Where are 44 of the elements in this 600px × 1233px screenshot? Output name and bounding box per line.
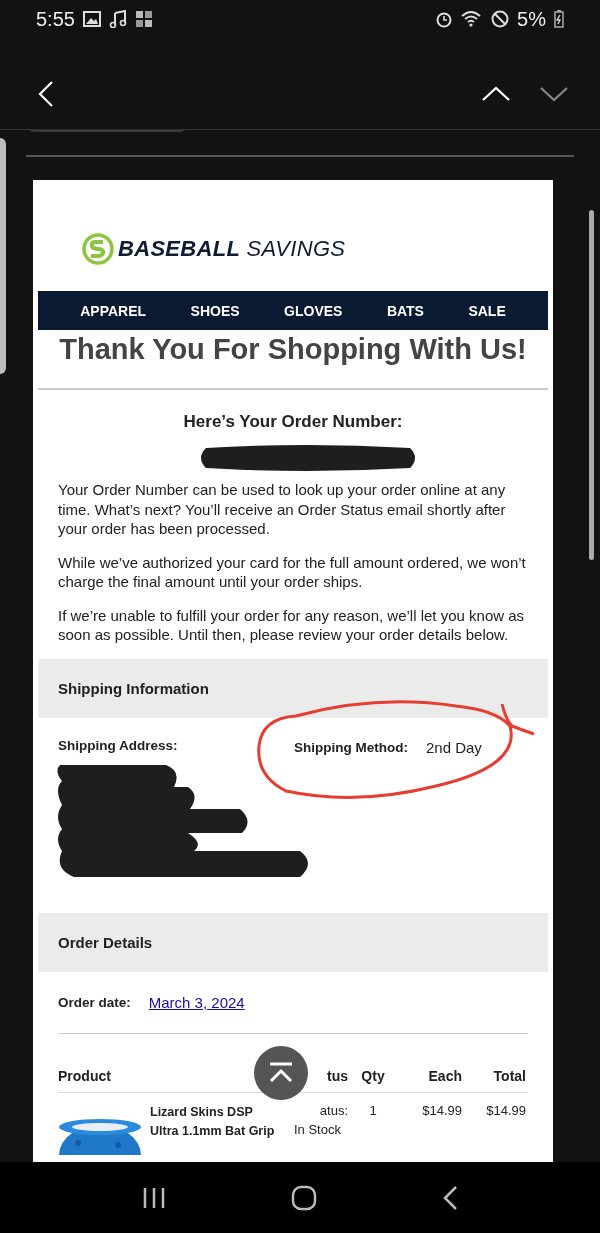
nav-link[interactable]: SALE: [468, 302, 506, 319]
body-paragraph: If we’re unable to fulfill your order for any reason, we’ll let you know as soon as possible. Until then, please review your order details below.: [58, 605, 526, 645]
nav-link[interactable]: GLOVES: [284, 302, 343, 319]
column-header: Total: [493, 1067, 526, 1084]
table-cell: $14.99: [422, 1102, 462, 1118]
date-link[interactable]: March 3, 2024: [148, 993, 245, 1011]
stock-status: In Stock: [294, 1121, 341, 1137]
body-paragraph: While we’ve authorized your card for the full amount ordered, we won’t charge the final amount until your order ships.: [58, 552, 527, 592]
field-label: Shipping Address:: [58, 737, 179, 753]
clock: 5:55: [36, 7, 75, 31]
alarm-icon: [435, 10, 454, 28]
app-icon: [134, 10, 153, 28]
nav-link[interactable]: SHOES: [190, 302, 240, 319]
column-header: Product: [58, 1067, 111, 1084]
nav-link[interactable]: APPAREL: [80, 302, 147, 319]
column-header: Each: [428, 1067, 462, 1084]
nav-link[interactable]: BATS: [386, 302, 424, 319]
product-name[interactable]: Lizard Skins DSP Ultra 1.1mm Bat Grip: [150, 1102, 284, 1141]
field-label: Order date:: [58, 994, 131, 1010]
home-icon[interactable]: [291, 1184, 317, 1211]
table-cell: 1: [369, 1102, 377, 1118]
brand-name: BASEBALL SAVINGS: [118, 236, 346, 262]
section-header: Order Details: [38, 912, 548, 972]
chevron-up-icon[interactable]: [482, 85, 510, 102]
battery-icon: [554, 10, 564, 28]
field-label: Shipping Method:: [294, 739, 408, 755]
recent-apps-icon[interactable]: [142, 1186, 167, 1209]
logo-icon: [82, 233, 114, 265]
page-heading: Thank You For Shopping With Us!: [58, 332, 528, 367]
music-icon: [108, 10, 127, 28]
battery-percent: 5%: [517, 7, 546, 31]
field-value: 2nd Day: [426, 738, 482, 756]
back-icon[interactable]: [441, 1184, 458, 1211]
column-header: tus: [327, 1067, 348, 1084]
status-label: atus:: [319, 1102, 348, 1118]
table-cell: $14.99: [486, 1102, 526, 1118]
do-not-disturb-icon: [491, 10, 510, 28]
image-icon: [82, 11, 101, 27]
chevron-down-icon[interactable]: [540, 85, 568, 102]
scroll-to-top-icon: [268, 1062, 294, 1084]
section-header: Shipping Information: [38, 658, 548, 718]
order-number-label: Here’s Your Order Number:: [182, 412, 404, 432]
column-header: Qty: [361, 1067, 385, 1084]
body-paragraph: Your Order Number can be used to look up your order online at any time. What’s next? You’ll receive an Order Status email shortly after your order has been processed.: [58, 480, 507, 539]
